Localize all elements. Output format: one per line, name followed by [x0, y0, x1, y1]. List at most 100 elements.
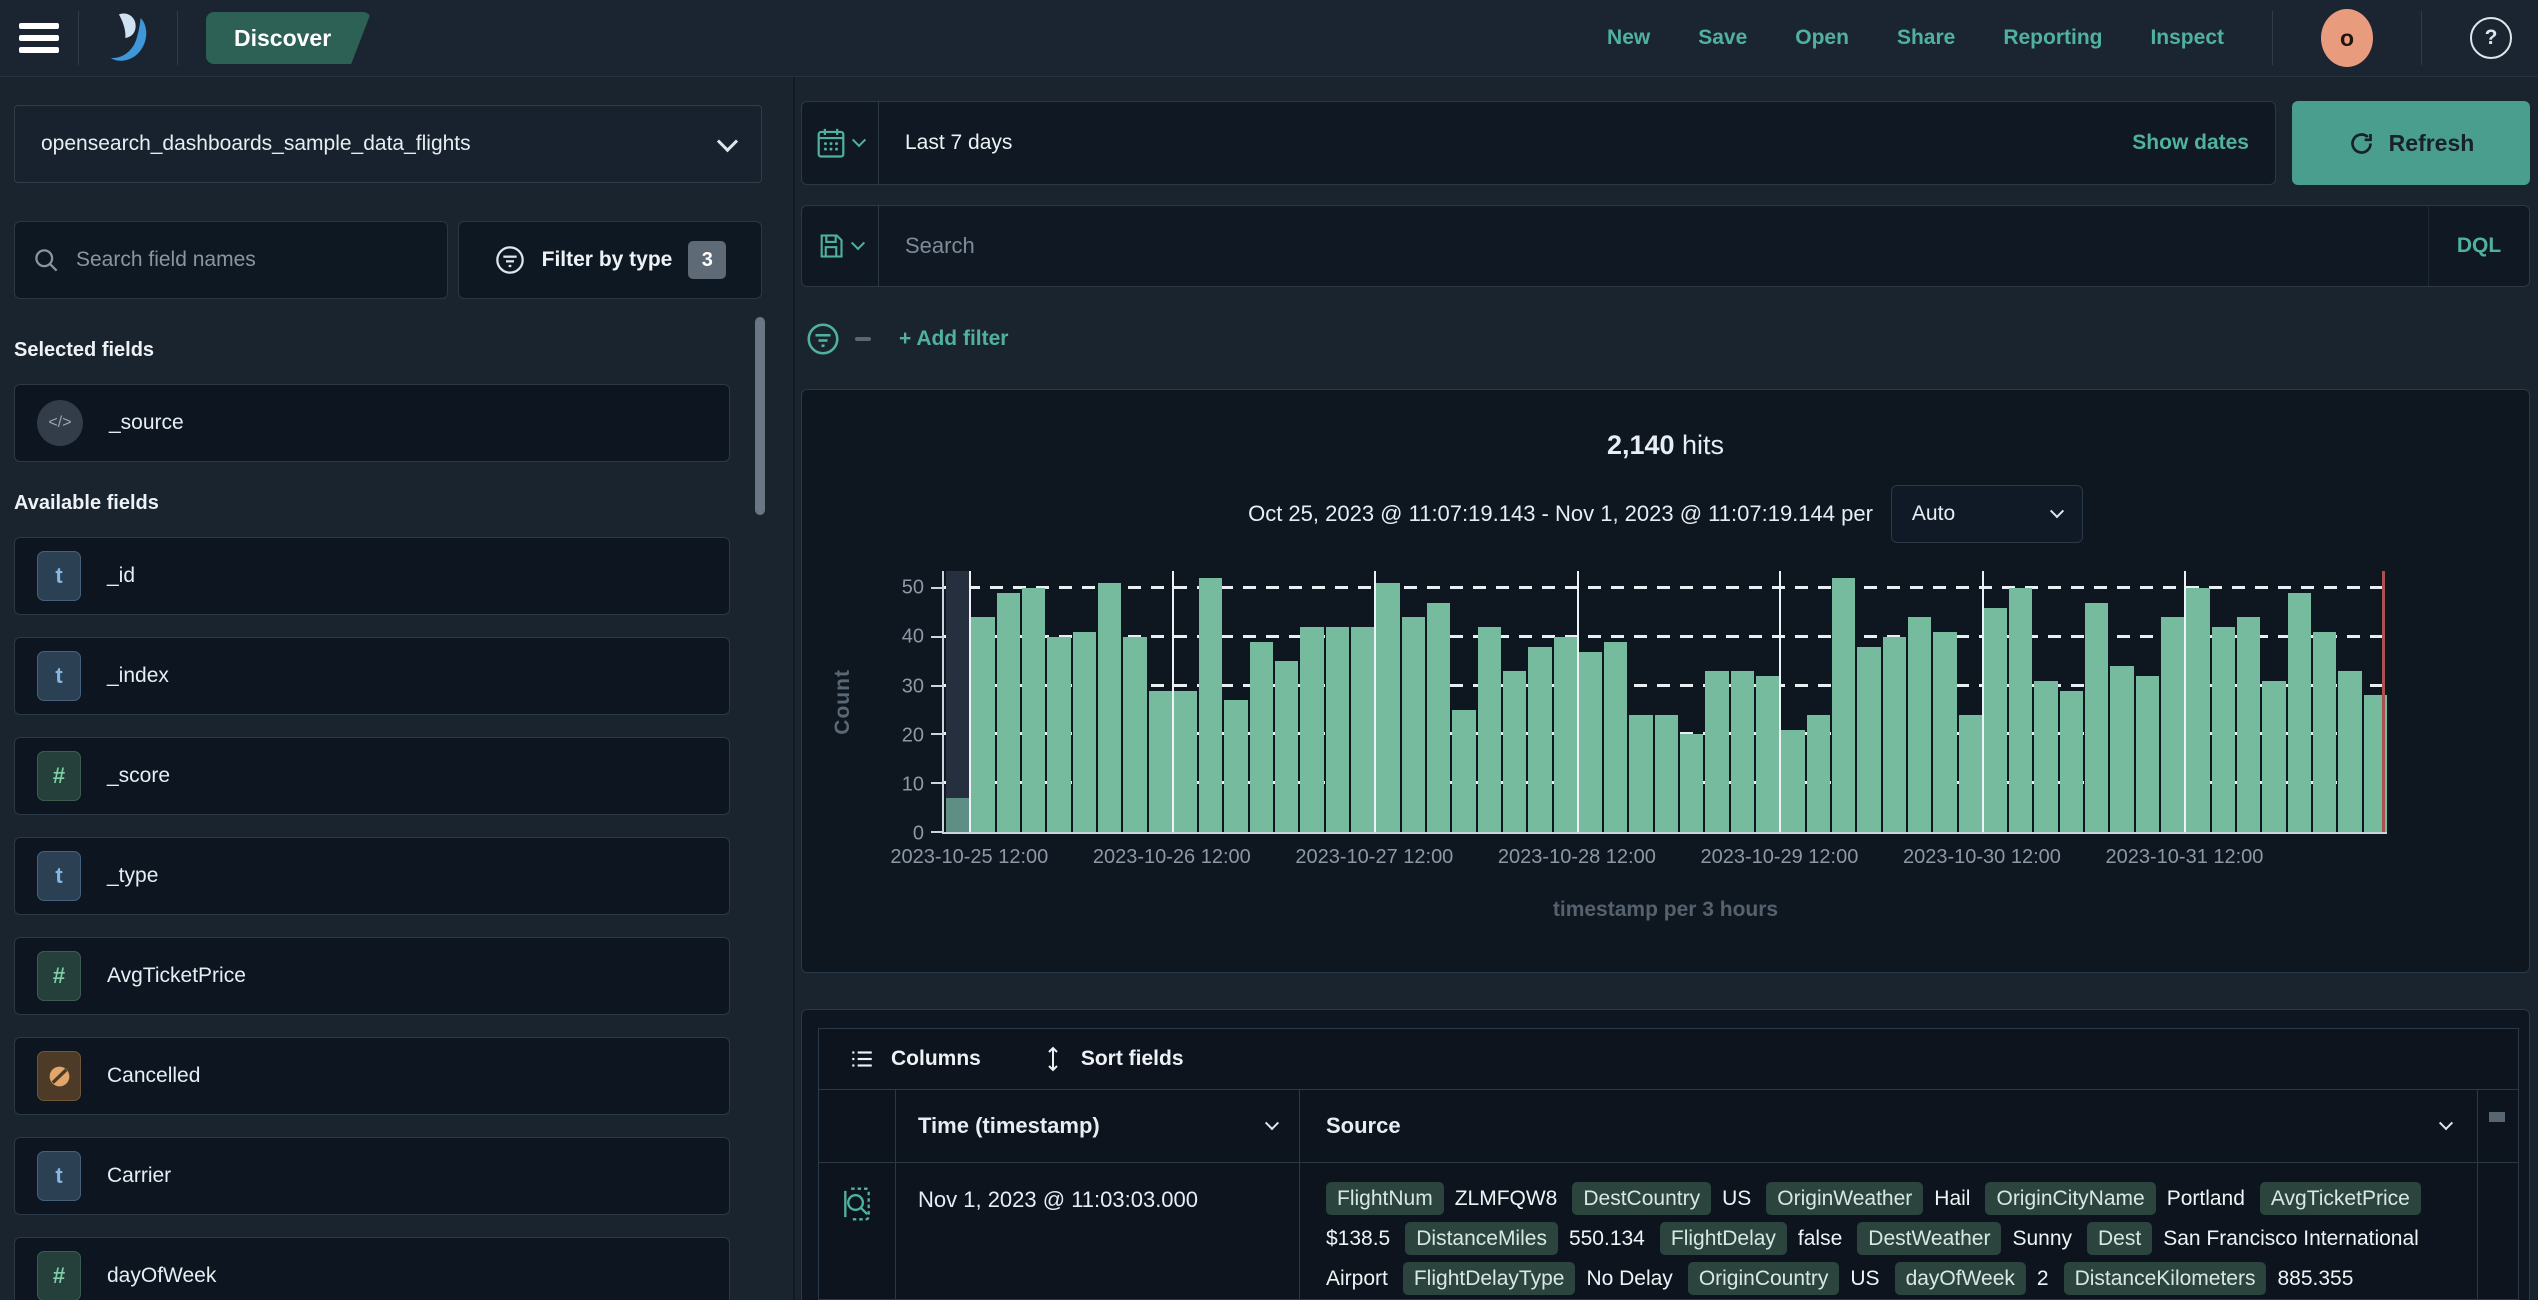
source-field-badge[interactable]: dayOfWeek: [1894, 1262, 2026, 1295]
histogram-bar[interactable]: [2161, 571, 2185, 832]
source-column-header[interactable]: Source: [1300, 1090, 2477, 1162]
histogram-bar[interactable]: [1933, 571, 1957, 832]
nav-link-inspect[interactable]: Inspect: [2150, 26, 2224, 50]
field-item-Cancelled[interactable]: Cancelled: [14, 1037, 730, 1115]
filter-by-type-button[interactable]: Filter by type 3: [458, 221, 762, 299]
time-column-header[interactable]: Time (timestamp): [896, 1090, 1300, 1162]
histogram-bar[interactable]: [2186, 571, 2210, 832]
show-dates-link[interactable]: Show dates: [2132, 131, 2275, 155]
expand-document-button[interactable]: [819, 1163, 896, 1300]
source-field-badge[interactable]: FlightNum: [1326, 1182, 1444, 1215]
histogram-bar[interactable]: [996, 571, 1020, 832]
field-item-_score[interactable]: # _score: [14, 737, 730, 815]
histogram-bar[interactable]: [1882, 571, 1906, 832]
field-item-AvgTicketPrice[interactable]: # AvgTicketPrice: [14, 937, 730, 1015]
histogram-bar[interactable]: [1907, 571, 1932, 832]
histogram-bar[interactable]: [1857, 571, 1881, 832]
histogram-bar[interactable]: [1502, 571, 1527, 832]
saved-queries-button[interactable]: [802, 206, 879, 286]
histogram-bar[interactable]: [2110, 571, 2134, 832]
index-pattern-select[interactable]: opensearch_dashboards_sample_data_flight…: [14, 105, 762, 183]
histogram-bar[interactable]: [2135, 571, 2159, 832]
histogram-bar[interactable]: [2262, 571, 2286, 832]
interval-select[interactable]: Auto: [1890, 485, 2083, 543]
source-field-badge[interactable]: OriginWeather: [1766, 1182, 1924, 1215]
histogram-bar[interactable]: [2236, 571, 2261, 832]
table-scrollbar[interactable]: [2477, 1090, 2518, 1162]
histogram-bar[interactable]: [1958, 571, 1982, 832]
help-icon[interactable]: ?: [2470, 17, 2512, 59]
menu-icon[interactable]: [0, 23, 78, 53]
histogram-bar[interactable]: [1351, 571, 1375, 832]
columns-button[interactable]: Columns: [849, 1046, 981, 1072]
histogram-bar[interactable]: [2338, 571, 2362, 832]
field-item-_type[interactable]: t _type: [14, 837, 730, 915]
nav-link-share[interactable]: Share: [1897, 26, 1955, 50]
histogram-bar[interactable]: [2211, 571, 2235, 832]
filter-menu-icon[interactable]: [805, 321, 841, 357]
histogram-bar[interactable]: [2009, 571, 2033, 832]
histogram-bar[interactable]: [1452, 571, 1476, 832]
add-filter-link[interactable]: + Add filter: [899, 327, 1008, 351]
source-field-badge[interactable]: OriginCountry: [1687, 1262, 1840, 1295]
histogram-bar[interactable]: [1756, 571, 1780, 832]
histogram-bar[interactable]: [1224, 571, 1248, 832]
source-field-badge[interactable]: FlightDelay: [1659, 1222, 1787, 1255]
field-item-Carrier[interactable]: t Carrier: [14, 1137, 730, 1215]
histogram-bar[interactable]: [1730, 571, 1754, 832]
nav-link-new[interactable]: New: [1607, 26, 1650, 50]
histogram-bar[interactable]: [1325, 571, 1349, 832]
histogram-bar[interactable]: [1021, 571, 1046, 832]
histogram-bar[interactable]: [971, 571, 995, 832]
source-field-badge[interactable]: Dest: [2087, 1222, 2153, 1255]
histogram-bar[interactable]: [1199, 571, 1223, 832]
query-language-button[interactable]: DQL: [2428, 206, 2529, 286]
histogram-bar[interactable]: [2312, 571, 2337, 832]
field-item-dayOfWeek[interactable]: # dayOfWeek: [14, 1237, 730, 1300]
histogram-bar[interactable]: [1654, 571, 1679, 832]
source-field-badge[interactable]: FlightDelayType: [1402, 1262, 1576, 1295]
histogram-bar[interactable]: [946, 571, 970, 832]
source-field-badge[interactable]: DistanceKilometers: [2063, 1262, 2267, 1295]
histogram-bar[interactable]: [1705, 571, 1729, 832]
histogram-bar[interactable]: [1680, 571, 1704, 832]
histogram-bar[interactable]: [1781, 571, 1805, 832]
histogram-bar[interactable]: [1097, 571, 1122, 832]
table-scrollbar-thumb[interactable]: [2489, 1112, 2505, 1122]
histogram-bar[interactable]: [1629, 571, 1653, 832]
histogram-bar[interactable]: [1528, 571, 1552, 832]
table-scrollbar-track[interactable]: [2477, 1163, 2518, 1300]
histogram-bar[interactable]: [1477, 571, 1501, 832]
source-field-badge[interactable]: DestWeather: [1857, 1222, 2002, 1255]
sidebar-scrollbar[interactable]: [755, 317, 765, 515]
field-item-_id[interactable]: t _id: [14, 537, 730, 615]
source-field-badge[interactable]: OriginCityName: [1985, 1182, 2156, 1215]
source-field-badge[interactable]: AvgTicketPrice: [2259, 1182, 2421, 1215]
histogram-bar[interactable]: [1604, 571, 1628, 832]
nav-link-reporting[interactable]: Reporting: [2003, 26, 2102, 50]
histogram-bar[interactable]: [1831, 571, 1856, 832]
user-avatar[interactable]: o: [2321, 9, 2373, 67]
histogram-bar[interactable]: [1123, 571, 1147, 832]
app-badge-discover[interactable]: Discover: [206, 12, 371, 64]
histogram-bar[interactable]: [1983, 571, 2008, 832]
time-range-value[interactable]: Last 7 days: [879, 131, 1012, 155]
source-field-badge[interactable]: DestCountry: [1572, 1182, 1712, 1215]
field-search[interactable]: [14, 221, 448, 299]
field-item-_source[interactable]: </> _source: [14, 384, 730, 462]
search-field-names-input[interactable]: [74, 247, 429, 273]
nav-link-save[interactable]: Save: [1698, 26, 1747, 50]
histogram-bar[interactable]: [1401, 571, 1425, 832]
sort-fields-button[interactable]: Sort fields: [1041, 1046, 1184, 1072]
histogram-bar[interactable]: [2287, 571, 2311, 832]
histogram-bar[interactable]: [2085, 571, 2109, 832]
histogram-bar[interactable]: [1072, 571, 1096, 832]
histogram-bar[interactable]: [1275, 571, 1299, 832]
calendar-dropdown-button[interactable]: [802, 102, 879, 184]
histogram-bar[interactable]: [2034, 571, 2058, 832]
source-field-badge[interactable]: DistanceMiles: [1405, 1222, 1558, 1255]
refresh-button[interactable]: Refresh: [2292, 101, 2530, 185]
histogram-bar[interactable]: [2059, 571, 2084, 832]
nav-link-open[interactable]: Open: [1795, 26, 1849, 50]
opensearch-logo-icon[interactable]: [79, 9, 177, 67]
